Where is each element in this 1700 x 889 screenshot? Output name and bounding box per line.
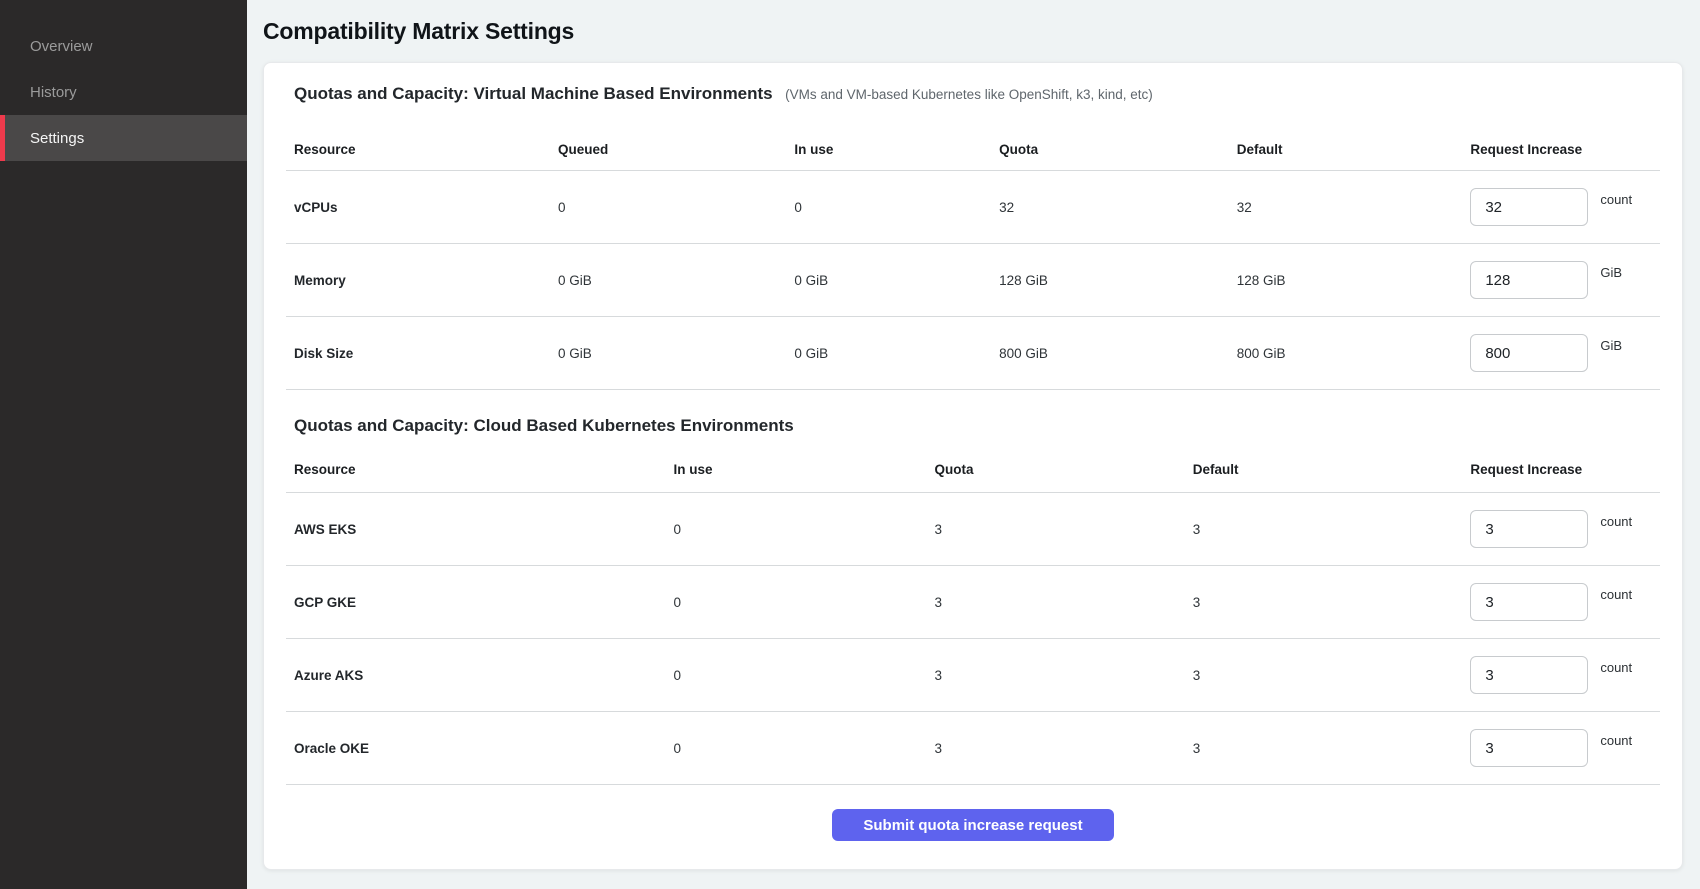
request-increase-cell: GiB — [1470, 261, 1660, 299]
k8s-section-heading-row: Quotas and Capacity: Cloud Based Kuberne… — [286, 416, 1660, 438]
column-header-in-use: In use — [794, 142, 999, 157]
k8s-table-header: Resource In use Quota Default Request In… — [286, 438, 1660, 493]
table-row-gcp-gke: GCP GKE 0 3 3 count — [286, 566, 1660, 639]
request-increase-cell: count — [1470, 656, 1660, 694]
quota-value: 800 GiB — [999, 346, 1237, 361]
gcp-gke-request-increase-input[interactable] — [1470, 583, 1588, 621]
quota-value: 3 — [935, 668, 1193, 683]
queued-value: 0 — [558, 200, 794, 215]
unit-label: count — [1600, 733, 1632, 748]
in-use-value: 0 — [673, 595, 934, 610]
column-header-request-increase: Request Increase — [1470, 462, 1660, 477]
column-header-quota: Quota — [935, 462, 1193, 477]
queued-value: 0 GiB — [558, 273, 794, 288]
in-use-value: 0 — [673, 668, 934, 683]
request-increase-cell: count — [1470, 729, 1660, 767]
aws-eks-request-increase-input[interactable] — [1470, 510, 1588, 548]
resource-name: Oracle OKE — [286, 741, 673, 756]
default-value: 3 — [1193, 595, 1471, 610]
column-header-resource: Resource — [286, 462, 673, 477]
unit-label: count — [1600, 587, 1632, 602]
default-value: 800 GiB — [1237, 346, 1471, 361]
sidebar-item-history[interactable]: History — [0, 69, 247, 115]
default-value: 128 GiB — [1237, 273, 1471, 288]
page-title: Compatibility Matrix Settings — [263, 18, 574, 45]
vm-section-heading: Quotas and Capacity: Virtual Machine Bas… — [294, 84, 773, 103]
quota-value: 128 GiB — [999, 273, 1237, 288]
submit-row: Submit quota increase request — [286, 785, 1660, 865]
table-row-disk-size: Disk Size 0 GiB 0 GiB 800 GiB 800 GiB Gi… — [286, 317, 1660, 390]
request-increase-cell: count — [1470, 583, 1660, 621]
oracle-oke-request-increase-input[interactable] — [1470, 729, 1588, 767]
quota-settings-card: Quotas and Capacity: Virtual Machine Bas… — [263, 62, 1683, 870]
unit-label: count — [1600, 192, 1632, 207]
column-header-default: Default — [1237, 142, 1471, 157]
table-row-azure-aks: Azure AKS 0 3 3 count — [286, 639, 1660, 712]
table-row-oracle-oke: Oracle OKE 0 3 3 count — [286, 712, 1660, 785]
column-header-default: Default — [1193, 462, 1471, 477]
unit-label: count — [1600, 514, 1632, 529]
column-header-quota: Quota — [999, 142, 1237, 157]
in-use-value: 0 GiB — [794, 346, 999, 361]
quota-value: 3 — [935, 522, 1193, 537]
vcpus-request-increase-input[interactable] — [1470, 188, 1588, 226]
submit-quota-increase-button[interactable]: Submit quota increase request — [832, 809, 1114, 841]
disk-size-request-increase-input[interactable] — [1470, 334, 1588, 372]
column-header-queued: Queued — [558, 142, 794, 157]
queued-value: 0 GiB — [558, 346, 794, 361]
in-use-value: 0 GiB — [794, 273, 999, 288]
resource-name: Disk Size — [286, 346, 558, 361]
default-value: 3 — [1193, 741, 1471, 756]
sidebar-item-settings[interactable]: Settings — [0, 115, 247, 161]
quota-value: 3 — [935, 595, 1193, 610]
in-use-value: 0 — [794, 200, 999, 215]
column-header-request-increase: Request Increase — [1470, 142, 1660, 157]
column-header-in-use: In use — [673, 462, 934, 477]
vm-section-subtitle: (VMs and VM-based Kubernetes like OpenSh… — [785, 87, 1153, 102]
unit-label: count — [1600, 660, 1632, 675]
resource-name: Memory — [286, 273, 558, 288]
default-value: 3 — [1193, 522, 1471, 537]
default-value: 32 — [1237, 200, 1471, 215]
vm-section-heading-row: Quotas and Capacity: Virtual Machine Bas… — [286, 63, 1660, 106]
resource-name: GCP GKE — [286, 595, 673, 610]
table-row-memory: Memory 0 GiB 0 GiB 128 GiB 128 GiB GiB — [286, 244, 1660, 317]
sidebar: Overview History Settings — [0, 0, 247, 889]
table-row-aws-eks: AWS EKS 0 3 3 count — [286, 493, 1660, 566]
memory-request-increase-input[interactable] — [1470, 261, 1588, 299]
resource-name: vCPUs — [286, 200, 558, 215]
unit-label: GiB — [1600, 265, 1622, 280]
k8s-section-heading: Quotas and Capacity: Cloud Based Kuberne… — [294, 416, 794, 435]
quota-value: 3 — [935, 741, 1193, 756]
request-increase-cell: count — [1470, 188, 1660, 226]
unit-label: GiB — [1600, 338, 1622, 353]
quota-value: 32 — [999, 200, 1237, 215]
table-row-vcpus: vCPUs 0 0 32 32 count — [286, 171, 1660, 244]
default-value: 3 — [1193, 668, 1471, 683]
in-use-value: 0 — [673, 522, 934, 537]
azure-aks-request-increase-input[interactable] — [1470, 656, 1588, 694]
request-increase-cell: count — [1470, 510, 1660, 548]
vm-table-header: Resource Queued In use Quota Default Req… — [286, 106, 1660, 171]
in-use-value: 0 — [673, 741, 934, 756]
resource-name: AWS EKS — [286, 522, 673, 537]
column-header-resource: Resource — [286, 142, 558, 157]
sidebar-nav: Overview History Settings — [0, 0, 247, 161]
request-increase-cell: GiB — [1470, 334, 1660, 372]
sidebar-item-overview[interactable]: Overview — [0, 23, 247, 69]
resource-name: Azure AKS — [286, 668, 673, 683]
